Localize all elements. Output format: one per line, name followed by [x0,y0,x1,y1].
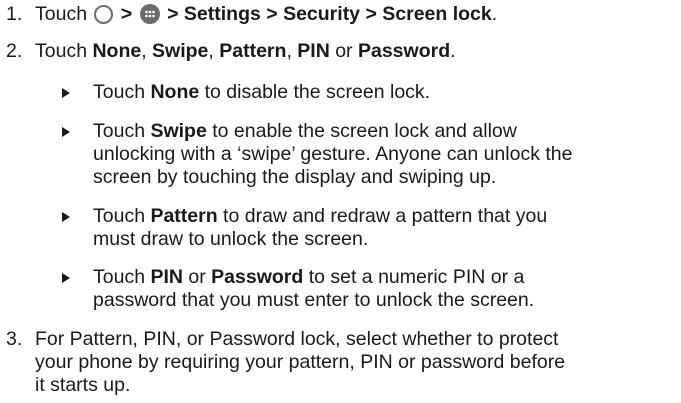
step-line: it starts up. [35,374,131,396]
step-1-path: > Settings > Security > Screen lock [167,3,492,25]
period: . [450,40,456,62]
option-pattern: Pattern [219,40,287,62]
bullet-bold: None [150,81,200,103]
bullet-pre: Touch [93,81,151,103]
or-word: or [329,40,358,62]
bullet-text: Touch None to disable the screen lock. [93,81,677,104]
step-2-intro: Touch [35,40,93,62]
bullet-arrow-icon [62,273,70,283]
bullet-line: must draw to unlock the screen. [93,228,369,250]
bullet-pre: Touch [93,266,151,288]
option-swipe: Swipe [152,40,209,62]
step-1-intro: Touch [35,3,88,25]
step-line: For Pattern, PIN, or Password lock, sele… [35,328,559,350]
step-text: Touch None, Swipe, Pattern, PIN or Passw… [35,40,677,63]
comma: , [286,40,298,62]
bullet-arrow-icon [62,127,70,137]
bullet-text: Touch PIN or Password to set a numeric P… [93,266,677,312]
step-text: Touch > > Settings > Security > Screen l… [35,3,677,26]
step-text: For Pattern, PIN, or Password lock, sele… [35,328,677,397]
bullet-bold: Swipe [150,120,207,142]
bullet-pre: Touch [93,120,151,142]
bullet-bold: Pattern [150,205,218,227]
or-word: or [182,266,212,288]
bullet-arrow-icon [62,88,70,98]
step-number: 1. [6,3,23,25]
step-1-end: . [491,3,498,25]
option-password: Password [357,40,451,62]
bullet-arrow-icon [62,212,70,222]
bullet-bold: Password [211,266,304,288]
home-circle-icon [94,5,114,24]
instructions-page: 1. Touch > > Settings > Security > Scree… [0,0,681,403]
bullet-pre: Touch [93,205,151,227]
bullet-line: password that you must enter to unlock t… [93,289,535,311]
bullet-line: to set a numeric PIN or a [303,266,525,288]
apps-grid-icon [139,4,160,24]
step-line: your phone by requiring your pattern, PI… [35,351,566,373]
comma: , [141,40,153,62]
bullet-line: unlocking with a ‘swipe’ gesture. Anyone… [93,143,573,165]
bullet-line: screen by touching the display and swipi… [93,166,497,188]
step-number: 2. [6,40,23,62]
bullet-line: to disable the screen lock. [199,81,431,103]
bullet-line: to draw and redraw a pattern that you [217,205,548,227]
option-pin: PIN [297,40,330,62]
bullet-line: to enable the screen lock and allow [206,120,517,142]
step-number: 3. [6,328,23,350]
option-none: None [92,40,142,62]
bullet-text: Touch Pattern to draw and redraw a patte… [93,205,677,251]
step-1-sep: > [120,3,133,25]
bullet-bold: PIN [150,266,183,288]
bullet-text: Touch Swipe to enable the screen lock an… [93,120,677,189]
comma: , [208,40,220,62]
